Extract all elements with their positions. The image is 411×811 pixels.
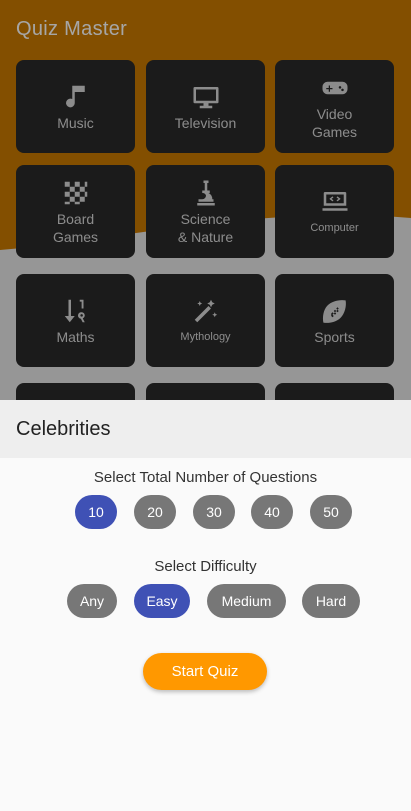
question-count-chip-50[interactable]: 50: [310, 495, 352, 529]
start-quiz-button[interactable]: Start Quiz: [143, 653, 267, 690]
quiz-options-sheet: Celebrities Select Total Number of Quest…: [0, 400, 411, 811]
difficulty-chip-any[interactable]: Any: [67, 584, 117, 618]
difficulty-label: Select Difficulty: [154, 558, 257, 575]
questions-label: Select Total Number of Questions: [93, 469, 318, 486]
question-count-chip-20[interactable]: 20: [134, 495, 176, 529]
sheet-title: Celebrities: [16, 417, 111, 440]
difficulty-chip-hard[interactable]: Hard: [302, 584, 360, 618]
difficulty-chip-easy[interactable]: Easy: [134, 584, 190, 618]
question-count-chip-10[interactable]: 10: [75, 495, 117, 529]
difficulty-chip-medium[interactable]: Medium: [207, 584, 286, 618]
question-count-chip-30[interactable]: 30: [193, 495, 235, 529]
sheet-header: Celebrities: [0, 400, 411, 458]
question-count-chip-40[interactable]: 40: [251, 495, 293, 529]
